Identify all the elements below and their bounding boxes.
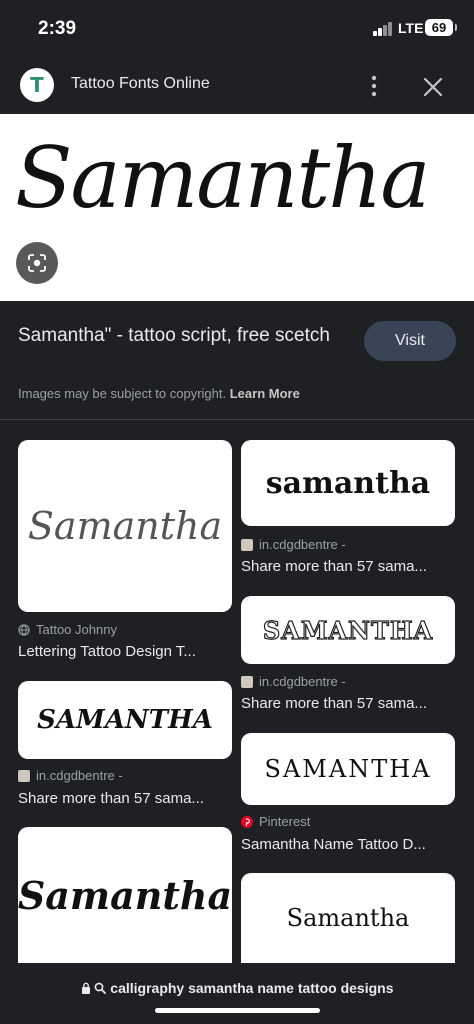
result-caption[interactable]: Share more than 57 sama...: [241, 695, 455, 712]
result-card[interactable]: SAMANTHA in.cdgdbentre - Share more than…: [18, 681, 232, 811]
pinterest-icon: [241, 815, 253, 828]
thumbnail-lettering: samantha: [265, 465, 431, 501]
result-thumbnail[interactable]: samantha: [241, 440, 455, 526]
copyright-text: Images may be subject to copyright.: [18, 386, 227, 401]
address-bar-text[interactable]: calligraphy samantha name tattoo designs: [0, 980, 474, 996]
result-title[interactable]: Samantha" - tattoo script, free scetch: [18, 321, 348, 351]
result-card[interactable]: Samantha: [18, 827, 232, 963]
result-caption[interactable]: Share more than 57 sama...: [241, 558, 455, 575]
result-source: in.cdgdbentre -: [18, 768, 123, 783]
lens-icon: [28, 254, 46, 272]
thumbnail-lettering: Samantha: [18, 872, 232, 918]
result-caption[interactable]: Share more than 57 sama...: [18, 790, 232, 807]
lens-button[interactable]: [16, 242, 58, 284]
network-label: LTE: [398, 20, 424, 36]
close-icon[interactable]: [420, 74, 446, 100]
battery-icon: 69: [425, 19, 457, 36]
result-caption[interactable]: Lettering Tattoo Design T...: [18, 643, 232, 660]
result-thumbnail[interactable]: Samantha: [18, 827, 232, 963]
result-thumbnail[interactable]: SAMANTHA: [241, 596, 455, 664]
result-card[interactable]: samantha in.cdgdbentre - Share more than…: [241, 440, 455, 580]
address-bar-query: calligraphy samantha name tattoo designs: [110, 980, 394, 996]
result-thumbnail[interactable]: SAMANTHA: [241, 733, 455, 805]
search-icon: [95, 982, 107, 994]
result-info: Samantha" - tattoo script, free scetch V…: [0, 301, 474, 421]
result-source: in.cdgdbentre -: [241, 537, 346, 552]
result-caption[interactable]: Samantha Name Tattoo D...: [241, 836, 455, 853]
result-card[interactable]: Samantha: [241, 873, 455, 963]
hero-image[interactable]: Samantha: [0, 114, 474, 301]
result-source-name: in.cdgdbentre -: [259, 537, 346, 552]
site-favicon-icon: [241, 538, 253, 551]
result-thumbnail[interactable]: SAMANTHA: [18, 681, 232, 759]
signal-icon: [373, 22, 393, 36]
thumbnail-lettering: Samantha: [27, 504, 223, 548]
result-source: in.cdgdbentre -: [241, 674, 346, 689]
result-card[interactable]: SAMANTHA Pinterest Samantha Name Tattoo …: [241, 733, 455, 858]
site-logo-letter: T: [30, 73, 44, 97]
result-source-name: Tattoo Johnny: [36, 622, 117, 637]
battery-level: 69: [431, 20, 447, 35]
thumbnail-lettering: SAMANTHA: [264, 755, 432, 783]
site-favicon-icon: [18, 769, 30, 782]
address-bar[interactable]: calligraphy samantha name tattoo designs: [0, 963, 474, 1024]
visit-button[interactable]: Visit: [364, 321, 456, 361]
home-indicator[interactable]: [155, 1008, 320, 1013]
result-source: Tattoo Johnny: [18, 622, 117, 637]
site-favicon-icon: [241, 675, 253, 688]
result-source-name: Pinterest: [259, 814, 311, 829]
thumbnail-lettering: Samantha: [286, 904, 410, 932]
source-header: T Tattoo Fonts Online: [0, 58, 474, 114]
globe-icon: [18, 623, 30, 636]
site-logo[interactable]: T: [20, 68, 54, 102]
result-source-name: in.cdgdbentre -: [36, 768, 123, 783]
lock-icon: [81, 982, 90, 994]
thumbnail-lettering: SAMANTHA: [262, 615, 434, 645]
result-thumbnail[interactable]: Samantha: [18, 440, 232, 612]
result-source-name: in.cdgdbentre -: [259, 674, 346, 689]
status-time: 2:39: [38, 18, 77, 39]
status-bar: 2:39 LTE 69: [0, 0, 474, 58]
more-options-icon[interactable]: [364, 74, 384, 98]
result-card[interactable]: Samantha Tattoo Johnny Lettering Tattoo …: [18, 440, 232, 670]
copyright-notice: Images may be subject to copyright. Lear…: [18, 386, 300, 401]
result-card[interactable]: SAMANTHA in.cdgdbentre - Share more than…: [241, 596, 455, 716]
hero-image-lettering: Samantha: [15, 129, 430, 227]
site-name[interactable]: Tattoo Fonts Online: [71, 75, 210, 93]
divider: [0, 419, 474, 420]
result-thumbnail[interactable]: Samantha: [241, 873, 455, 963]
learn-more-link[interactable]: Learn More: [230, 386, 300, 401]
result-source: Pinterest: [241, 814, 310, 829]
thumbnail-lettering: SAMANTHA: [37, 705, 213, 735]
